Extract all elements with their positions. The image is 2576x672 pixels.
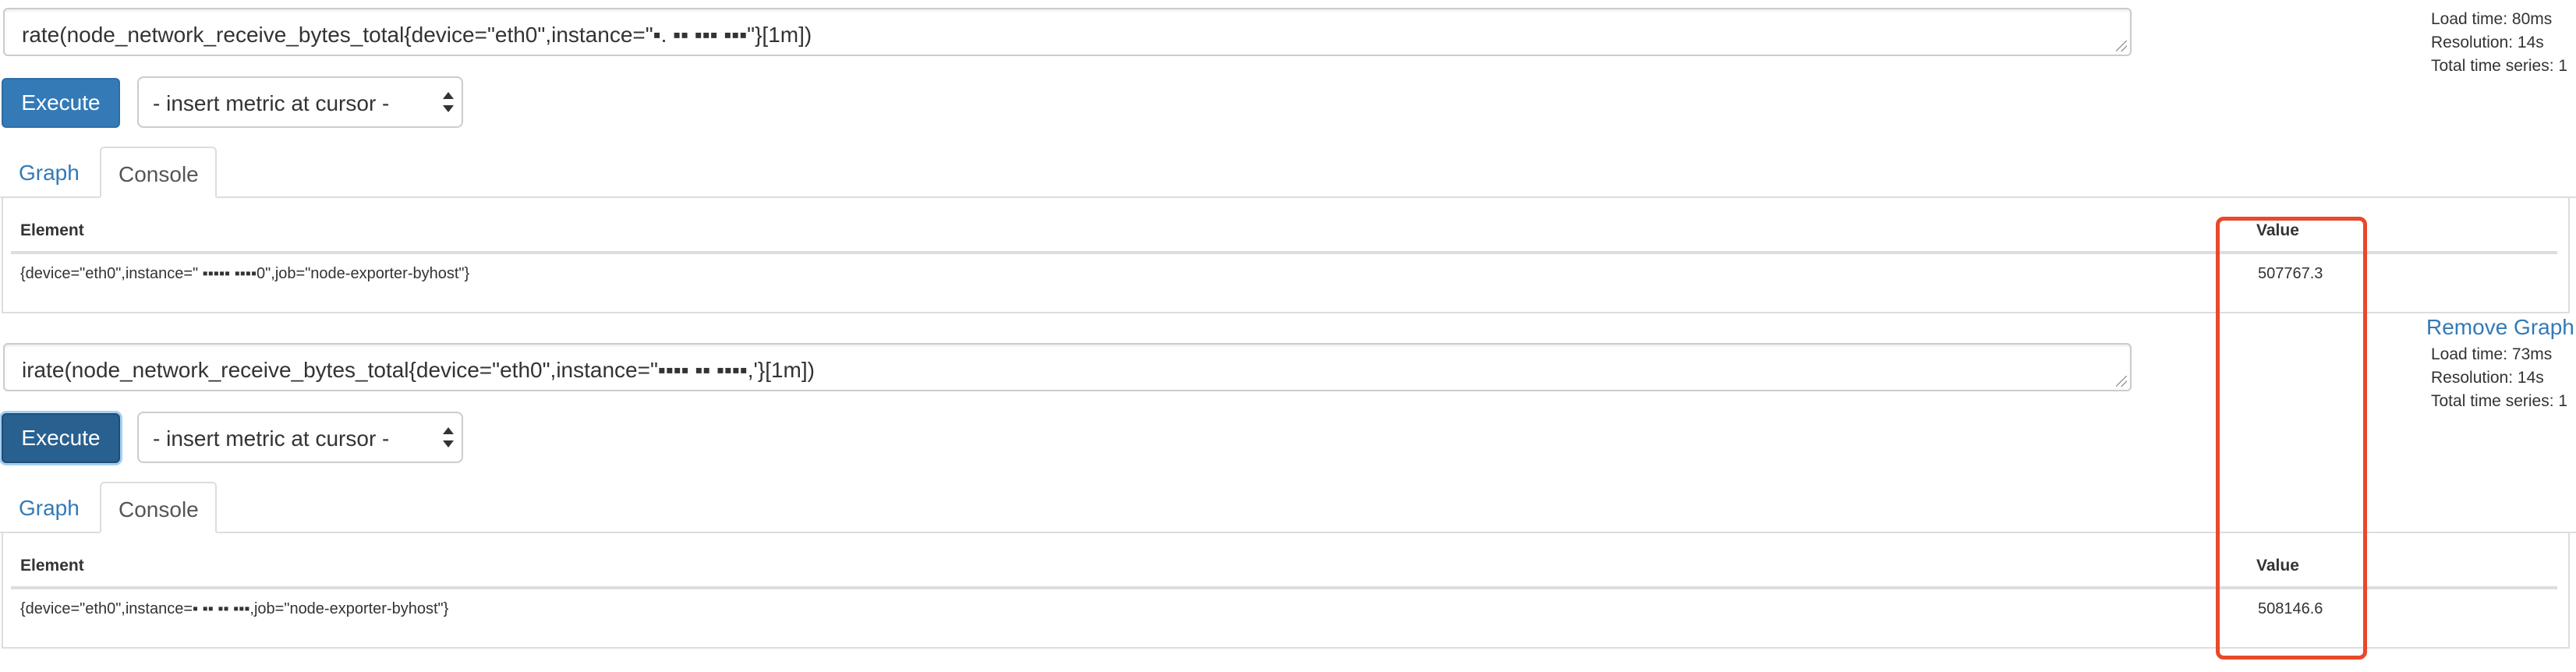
resolution: Resolution: 14s (2431, 369, 2544, 387)
header-divider (11, 251, 2557, 254)
execute-button[interactable]: Execute (2, 413, 120, 463)
console-table: Element Value {device="eth0",instance=▪ … (2, 533, 2570, 649)
tab-console[interactable]: Console (100, 147, 217, 198)
graph-panel-2: irate(node_network_receive_bytes_total{d… (0, 335, 2576, 663)
table-row-value: 508146.6 (2258, 600, 2323, 617)
load-time: Load time: 80ms (2431, 10, 2553, 28)
header-divider (11, 586, 2557, 589)
table-row-element: {device="eth0",instance=▪ ▪▪ ▪▪ ▪▪▪,job=… (20, 600, 449, 617)
column-header-element: Element (20, 221, 84, 239)
table-row-value: 507767.3 (2258, 265, 2323, 282)
select-arrows-icon (443, 426, 454, 449)
total-time-series: Total time series: 1 (2431, 392, 2568, 410)
expression-input[interactable]: irate(node_network_receive_bytes_total{d… (3, 343, 2132, 391)
column-header-value: Value (2256, 221, 2299, 239)
graph-panel-1: rate(node_network_receive_bytes_total{de… (0, 0, 2576, 339)
panel-tabs: Graph Console (0, 147, 2576, 198)
resize-grip-icon[interactable] (2116, 376, 2127, 387)
tab-graph[interactable]: Graph (2, 147, 97, 198)
total-time-series: Total time series: 1 (2431, 57, 2568, 75)
insert-metric-select[interactable]: - insert metric at cursor - (137, 76, 463, 128)
column-header-element: Element (20, 557, 84, 575)
execute-button[interactable]: Execute (2, 78, 120, 128)
column-header-value: Value (2256, 557, 2299, 575)
expression-text: irate(node_network_receive_bytes_total{d… (22, 358, 815, 382)
insert-metric-select-label: - insert metric at cursor - (153, 91, 390, 115)
console-table: Element Value {device="eth0",instance=" … (2, 198, 2570, 313)
expression-text: rate(node_network_receive_bytes_total{de… (22, 23, 812, 47)
insert-metric-select-label: - insert metric at cursor - (153, 426, 390, 451)
table-row-element: {device="eth0",instance=" ▪▪▪▪▪ ▪▪▪▪0",j… (20, 265, 470, 282)
expression-input[interactable]: rate(node_network_receive_bytes_total{de… (3, 8, 2132, 56)
resize-grip-icon[interactable] (2116, 41, 2127, 51)
load-time: Load time: 73ms (2431, 345, 2553, 363)
tab-graph[interactable]: Graph (2, 482, 97, 533)
select-arrows-icon (443, 90, 454, 114)
insert-metric-select[interactable]: - insert metric at cursor - (137, 412, 463, 463)
resolution: Resolution: 14s (2431, 34, 2544, 51)
panel-tabs: Graph Console (0, 482, 2576, 533)
tab-console[interactable]: Console (100, 482, 217, 533)
query-stats: Load time: 73ms Resolution: 14s Total ti… (2431, 343, 2567, 413)
query-stats: Load time: 80ms Resolution: 14s Total ti… (2431, 8, 2567, 78)
